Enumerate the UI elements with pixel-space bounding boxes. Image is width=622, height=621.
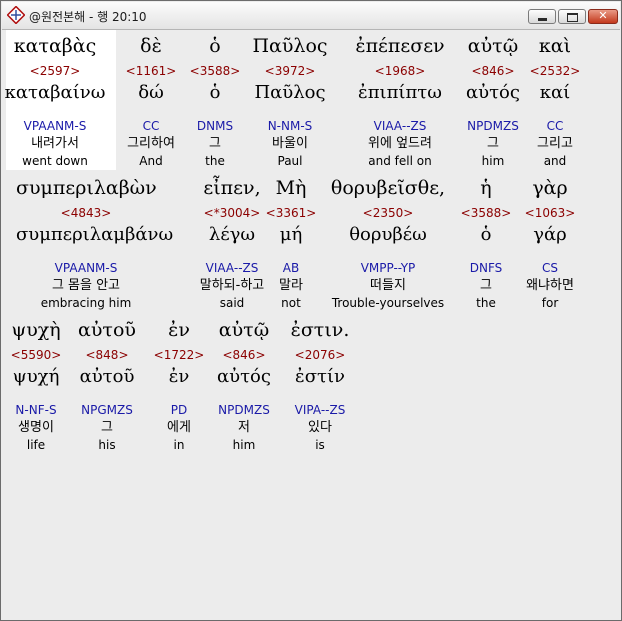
- morphology-code: CC: [546, 119, 564, 133]
- lemma-word: καί: [539, 82, 571, 103]
- morphology-code: VIPA--ZS: [294, 403, 346, 417]
- korean-gloss: 그리고: [537, 136, 573, 151]
- english-gloss: is: [315, 438, 325, 452]
- strongs-number: <2076>: [294, 348, 346, 362]
- english-gloss: embracing him: [40, 296, 132, 310]
- english-gloss: and: [543, 154, 567, 168]
- interlinear-word[interactable]: συμπεριλαβὼν <4843> συμπεριλαμβάνω VPAANM-S…: [16, 172, 174, 311]
- greek-word: γὰρ: [532, 177, 568, 199]
- minimize-button[interactable]: [528, 9, 556, 24]
- interlinear-pane: καταβὰς <2597> καταβαίνω VPAANM-S 내려가서 went d…: [5, 30, 620, 616]
- korean-gloss: 있다: [308, 420, 332, 435]
- bible-app-icon[interactable]: [6, 5, 26, 25]
- lemma-word: συμπεριλαμβάνω: [16, 224, 174, 245]
- close-button[interactable]: [588, 9, 618, 24]
- maximize-button[interactable]: [558, 9, 586, 24]
- strongs-number: <4843>: [60, 206, 112, 220]
- strongs-number: <2532>: [529, 64, 581, 78]
- title-bar[interactable]: @원전본해 - 행 20:10: [2, 2, 620, 30]
- interlinear-word[interactable]: καὶ <2532> καί CC 그리고 and: [485, 30, 622, 169]
- lemma-word: ἐστίν: [295, 366, 345, 387]
- strongs-number: <1063>: [524, 206, 576, 220]
- interlinear-word[interactable]: ἐστιν. <2076> ἐστίν VIPA--ZS 있다 is: [250, 314, 390, 453]
- korean-gloss: 그 몸을 안고: [51, 278, 121, 293]
- app-window: @원전본해 - 행 20:10 καταβὰς<2597>καταβαίνωVP…: [0, 0, 622, 621]
- interlinear-word[interactable]: γὰρ <1063> γάρ CS 왜냐하면 for: [480, 172, 620, 311]
- greek-word: ἐστιν.: [290, 319, 350, 341]
- english-gloss: for: [541, 296, 559, 310]
- morphology-code: VPAANM-S: [54, 261, 118, 275]
- greek-word: συμπεριλαβὼν: [16, 177, 157, 199]
- korean-gloss: 왜냐하면: [526, 278, 574, 293]
- window-title: @원전본해 - 행 20:10: [29, 10, 147, 24]
- lemma-word: γάρ: [533, 224, 567, 245]
- greek-word: καὶ: [538, 35, 572, 57]
- morphology-code: CS: [542, 261, 558, 275]
